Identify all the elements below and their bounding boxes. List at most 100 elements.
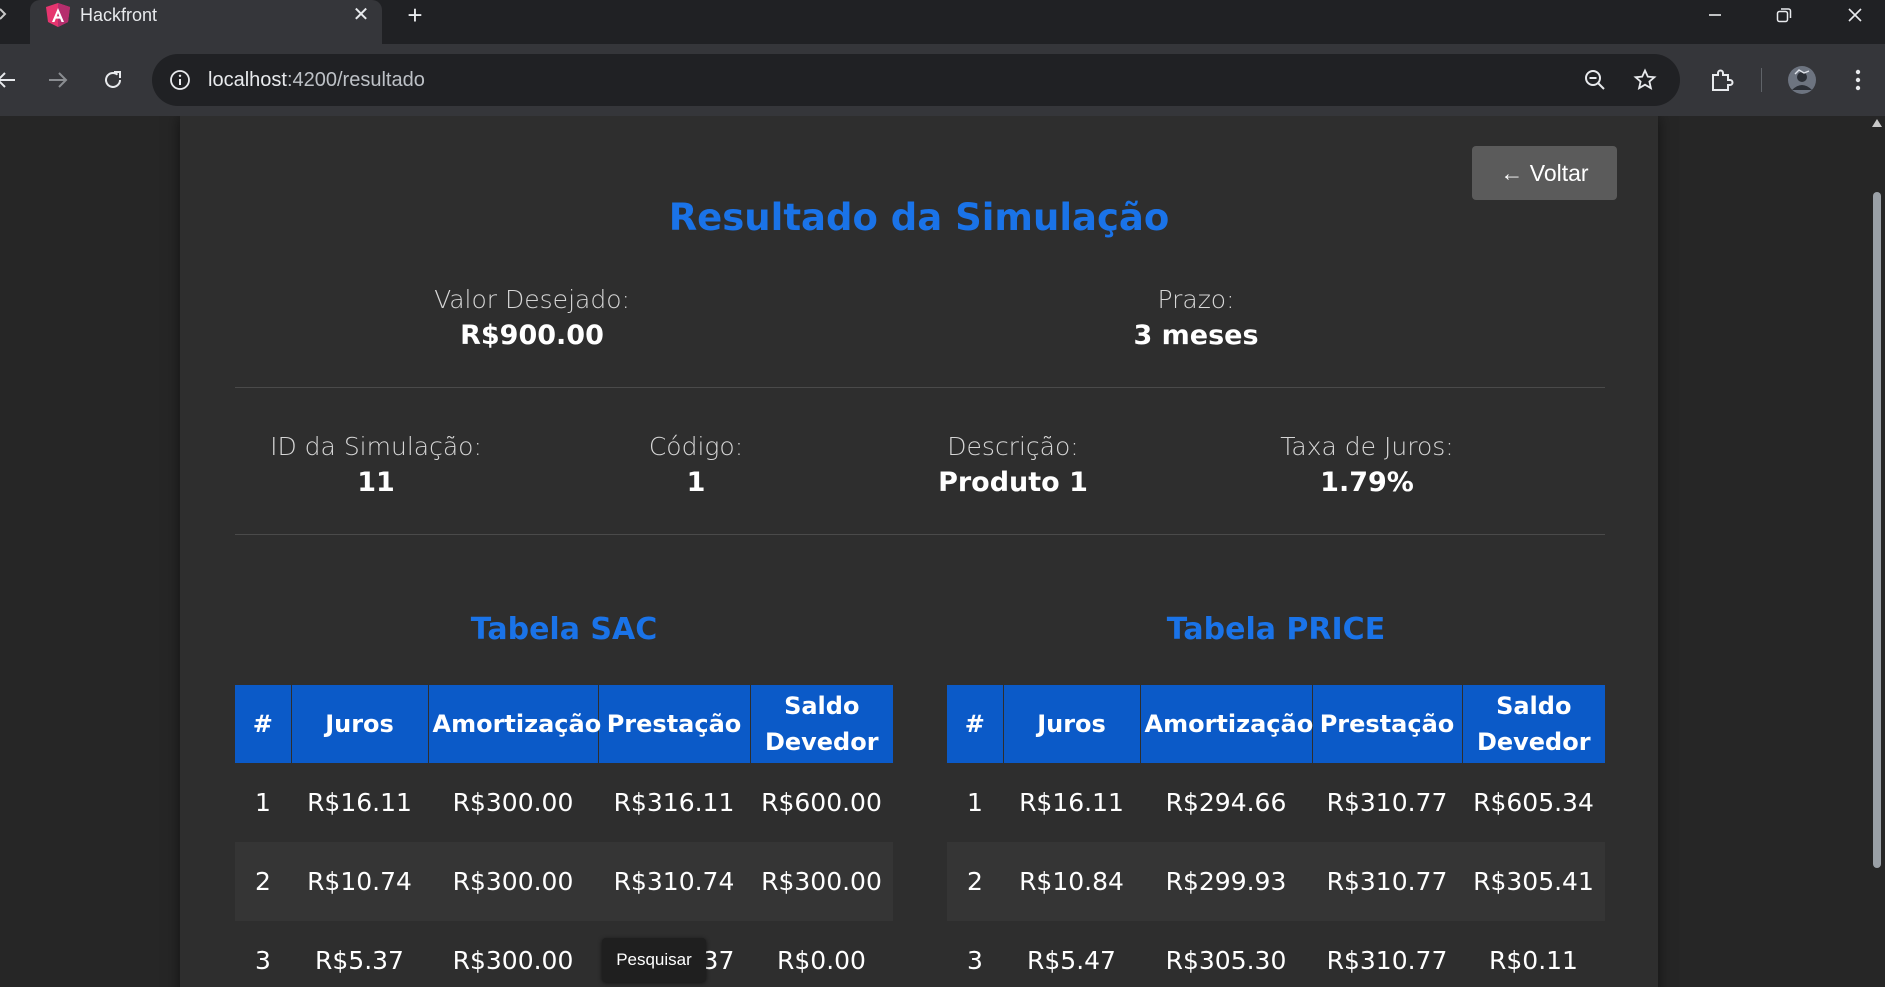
- codigo-label: Código:: [648, 432, 744, 461]
- column-header: Saldo Devedor: [750, 685, 893, 763]
- scrollbar-thumb[interactable]: [1873, 192, 1881, 868]
- column-header: Amortização: [428, 685, 601, 763]
- table-cell: 1: [967, 788, 983, 817]
- table-cell: R$16.11: [307, 788, 412, 817]
- arrow-right-icon[interactable]: [38, 60, 78, 100]
- tab-title: Hackfront: [80, 5, 158, 25]
- table-cell: 3: [255, 946, 271, 975]
- info-icon[interactable]: [166, 66, 194, 94]
- puzzle-icon[interactable]: [1704, 62, 1740, 98]
- sac-table-title: Tabela SAC: [470, 612, 658, 647]
- result-card: ← Voltar Resultado da Simulação Valor De…: [180, 116, 1658, 987]
- star-icon[interactable]: [1631, 66, 1659, 94]
- table-cell: 3: [967, 946, 983, 975]
- tab-strip: Hackfront ✕ +: [0, 0, 1885, 44]
- descricao-label: Descrição:: [947, 432, 1079, 461]
- table-cell: 2: [235, 842, 291, 921]
- table-cell: 2: [947, 842, 1003, 921]
- page-viewport: ← Voltar Resultado da Simulação Valor De…: [0, 116, 1885, 987]
- table-header-row: # Juros Amortização Prestação Saldo Deve…: [235, 685, 893, 763]
- column-header: #: [947, 685, 1004, 763]
- table-cell: R$5.47: [1027, 946, 1116, 975]
- table-cell: R$300.00: [428, 842, 598, 921]
- table-cell: R$316.11: [613, 788, 735, 817]
- column-header: Juros: [1003, 685, 1141, 763]
- valor-desejado: Valor Desejado: R$900.00: [382, 284, 682, 356]
- scrollbar[interactable]: [1869, 116, 1885, 987]
- taxa-juros: Taxa de Juros: 1.79%: [1237, 431, 1497, 503]
- valor-desejado-value: R$900.00: [460, 320, 604, 351]
- table-cell: R$310.77: [1326, 788, 1448, 817]
- address-bar[interactable]: localhost:4200/resultado: [152, 54, 1680, 106]
- table-cell: R$0.11: [1489, 946, 1578, 975]
- column-header: Prestação: [1312, 685, 1463, 763]
- column-header: Saldo Devedor: [1462, 685, 1605, 763]
- table-cell: R$600.00: [761, 788, 882, 817]
- table-row: 3 R$5.47 R$305.30 R$310.77 R$0.11: [947, 921, 1605, 987]
- close-icon[interactable]: ✕: [346, 0, 376, 30]
- page-title: Resultado da Simulação: [668, 196, 1170, 239]
- tooltip: Pesquisar: [602, 938, 706, 982]
- price-table-title: Tabela PRICE: [1166, 612, 1386, 647]
- table-cell: R$310.74: [598, 842, 750, 921]
- angular-icon: [44, 2, 72, 28]
- divider: [235, 387, 1605, 388]
- codigo-value: 1: [686, 467, 706, 498]
- scroll-up-icon[interactable]: [1871, 118, 1883, 128]
- descricao-value: Produto 1: [938, 467, 1088, 498]
- table-cell: R$300.00: [750, 842, 893, 921]
- browser-tab[interactable]: Hackfront ✕: [30, 0, 382, 44]
- column-header: Juros: [291, 685, 429, 763]
- url-text: localhost:4200/resultado: [208, 69, 425, 91]
- table-header-row: # Juros Amortização Prestação Saldo Deve…: [947, 685, 1605, 763]
- codigo: Código: 1: [586, 431, 806, 503]
- window-close-icon[interactable]: [1825, 0, 1885, 30]
- tab-search-chevron-icon[interactable]: [0, 0, 24, 44]
- table-cell: 1: [255, 788, 271, 817]
- table-cell: R$310.77: [1312, 842, 1462, 921]
- table-cell: R$300.00: [452, 946, 574, 975]
- browser-toolbar: localhost:4200/resultado: [0, 44, 1885, 116]
- id-simulacao: ID da Simulação: 11: [236, 431, 516, 503]
- id-simulacao-value: 11: [357, 467, 395, 498]
- table-cell: R$305.41: [1462, 842, 1605, 921]
- back-button[interactable]: ← Voltar: [1472, 146, 1617, 200]
- table-row: 3 R$5.37 R$300.00 R$305.37 R$0.00: [235, 921, 893, 987]
- kebab-menu-icon[interactable]: [1840, 62, 1876, 98]
- table-row: 2 R$10.74 R$300.00 R$310.74 R$300.00: [235, 842, 893, 921]
- table-row: 1 R$16.11 R$294.66 R$310.77 R$605.34: [947, 763, 1605, 842]
- taxa-juros-value: 1.79%: [1320, 467, 1414, 498]
- table-row: 2 R$10.84 R$299.93 R$310.77 R$305.41: [947, 842, 1605, 921]
- table-row: 1 R$16.11 R$300.00 R$316.11 R$600.00: [235, 763, 893, 842]
- taxa-juros-label: Taxa de Juros:: [1280, 432, 1454, 461]
- table-cell: R$305.30: [1165, 946, 1287, 975]
- table-cell: R$294.66: [1165, 788, 1287, 817]
- prazo: Prazo: 3 meses: [1046, 284, 1346, 356]
- table-cell: R$300.00: [452, 788, 574, 817]
- column-header: #: [235, 685, 292, 763]
- prazo-label: Prazo:: [1157, 285, 1235, 314]
- plus-icon[interactable]: +: [398, 0, 432, 30]
- table-cell: R$0.00: [777, 946, 866, 975]
- restore-icon[interactable]: [1754, 0, 1814, 30]
- column-header: Amortização: [1140, 685, 1313, 763]
- price-table: # Juros Amortização Prestação Saldo Deve…: [947, 685, 1605, 987]
- arrow-left-icon[interactable]: [0, 60, 26, 100]
- avatar[interactable]: [1784, 62, 1820, 98]
- table-cell: R$299.93: [1140, 842, 1312, 921]
- zoom-out-icon[interactable]: [1581, 66, 1609, 94]
- toolbar-divider: [1761, 68, 1762, 92]
- minimize-icon[interactable]: [1685, 0, 1745, 30]
- table-cell: R$5.37: [315, 946, 404, 975]
- descricao: Descrição: Produto 1: [883, 431, 1143, 503]
- column-header: Prestação: [598, 685, 751, 763]
- divider: [235, 534, 1605, 535]
- sac-table: # Juros Amortização Prestação Saldo Deve…: [235, 685, 893, 987]
- table-cell: R$10.84: [1003, 842, 1140, 921]
- table-cell: R$310.77: [1326, 946, 1448, 975]
- reload-icon[interactable]: [93, 60, 133, 100]
- prazo-value: 3 meses: [1133, 320, 1259, 351]
- table-cell: R$10.74: [291, 842, 428, 921]
- valor-desejado-label: Valor Desejado:: [434, 285, 630, 314]
- id-simulacao-label: ID da Simulação:: [270, 432, 482, 461]
